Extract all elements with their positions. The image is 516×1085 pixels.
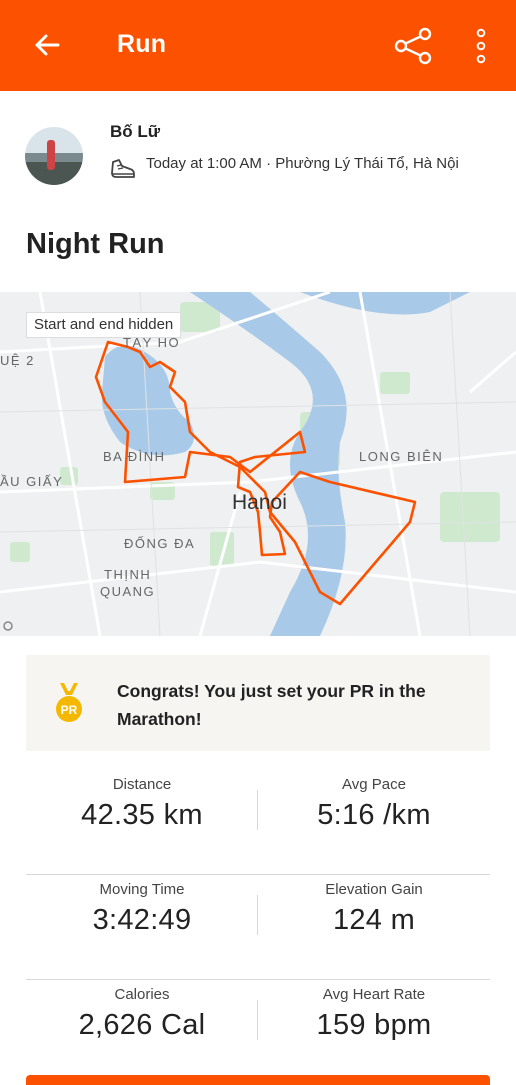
stat-label: Calories [114, 986, 170, 1003]
shoe-icon [111, 159, 135, 178]
stat-value: 159 bpm [316, 1009, 432, 1041]
back-arrow-icon[interactable] [30, 28, 64, 62]
achievement-banner[interactable]: PR Congrats! You just set your PR in the… [26, 655, 490, 751]
stats-grid: Distance 42.35 km Avg Pace 5:16 /km Movi… [26, 770, 490, 1085]
page-title: Run [117, 30, 167, 58]
achievement-text: Congrats! You just set your PR in the Ma… [117, 681, 426, 729]
stat-value: 3:42:49 [92, 904, 192, 936]
stat-calories: Calories 2,626 Cal [26, 980, 258, 1042]
stats-row: Moving Time 3:42:49 Elevation Gain 124 m [26, 875, 490, 980]
map-label-thinh: THỊNH [104, 567, 151, 582]
more-vertical-icon[interactable] [472, 27, 490, 65]
pr-badge-text: PR [61, 703, 78, 717]
stat-label: Elevation Gain [325, 881, 423, 898]
stat-value: 5:16 /km [317, 799, 431, 831]
stat-label: Avg Pace [342, 776, 406, 793]
stat-label: Avg Heart Rate [322, 986, 426, 1003]
stat-avg-pace: Avg Pace 5:16 /km [258, 770, 490, 832]
map-label-hue2: UỆ 2 [0, 353, 35, 368]
stat-value: 42.35 km [81, 799, 203, 831]
stat-moving-time: Moving Time 3:42:49 [26, 875, 258, 937]
map-label-long-bien: LONG BIÊN [359, 449, 443, 464]
bottom-action-button[interactable] [26, 1075, 490, 1085]
privacy-badge: Start and end hidden [26, 312, 182, 338]
map-label-ba-dinh: BA ĐÌNH [103, 449, 166, 464]
share-icon[interactable] [393, 26, 433, 66]
stats-row: Calories 2,626 Cal Avg Heart Rate 159 bp… [26, 980, 490, 1085]
stat-value: 2,626 Cal [78, 1009, 206, 1041]
athlete-header: Bố Lữ Today at 1:00 AM · Phường Lý Thái … [25, 118, 495, 208]
map-label-cau-giay: ẦU GIẤY [0, 474, 63, 489]
route-map[interactable]: TÂY HỒ BA ĐÌNH LONG BIÊN ẦU GIẤY ĐỐNG ĐA… [0, 292, 516, 636]
stat-value: 124 m [332, 904, 416, 936]
athlete-name[interactable]: Bố Lữ [110, 122, 160, 142]
map-canvas: TÂY HỒ BA ĐÌNH LONG BIÊN ẦU GIẤY ĐỐNG ĐA… [0, 292, 516, 636]
map-label-dong-da: ĐỐNG ĐA [124, 536, 195, 551]
stat-distance: Distance 42.35 km [26, 770, 258, 832]
stat-elevation-gain: Elevation Gain 124 m [258, 875, 490, 937]
pr-medal-icon: PR [56, 683, 82, 722]
stat-label: Distance [112, 776, 172, 793]
stat-avg-heart-rate: Avg Heart Rate 159 bpm [258, 980, 490, 1042]
stat-label: Moving Time [99, 881, 185, 898]
stats-row: Distance 42.35 km Avg Pace 5:16 /km [26, 770, 490, 875]
top-app-bar: Run [0, 0, 516, 91]
avatar[interactable] [25, 127, 83, 185]
activity-title: Night Run [26, 228, 165, 260]
map-label-hanoi: Hanoi [232, 491, 287, 514]
map-label-quang: QUANG [100, 584, 155, 599]
activity-datetime-location: Today at 1:00 AM · Phường Lý Thái Tổ, Hà… [146, 155, 459, 172]
